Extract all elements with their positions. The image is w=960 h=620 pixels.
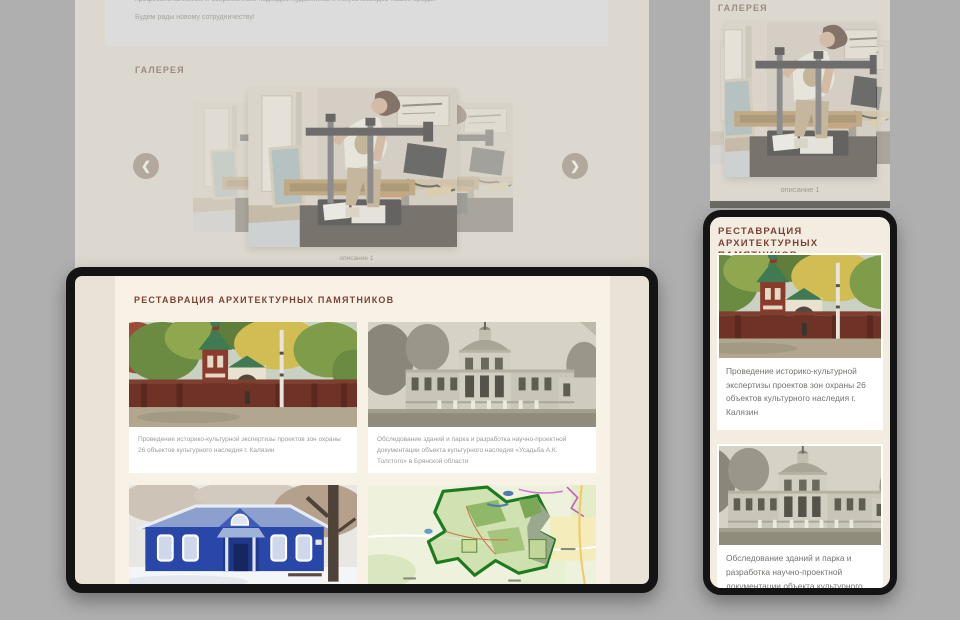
carousel-slide-current[interactable]: [725, 22, 877, 177]
chevron-right-icon: ❯: [570, 159, 580, 173]
restoration-section-title: РЕСТАВРАЦИЯ АРХИТЕКТУРНЫХ ПАМЯТНИКОВ: [134, 295, 394, 306]
card-caption: Проведение историко-культурной экспертиз…: [129, 427, 357, 473]
carousel-slide-next[interactable]: [457, 102, 513, 232]
blue-house-photo: [129, 485, 357, 590]
restoration-card-kalyazin[interactable]: Проведение историко-культурной экспертиз…: [129, 322, 357, 473]
carousel-prev-button[interactable]: ❮: [133, 153, 159, 179]
gallery-section-title: ГАЛЕРЕЯ: [135, 65, 185, 75]
phone-device-frame: РЕСТАВРАЦИЯ АРХИТЕКТУРНЫХ ПАМЯТНИКОВ Про…: [703, 210, 897, 595]
gallery-photo: [248, 88, 457, 247]
gallery-section-title: ГАЛЕРЕЯ: [718, 3, 768, 13]
restoration-card-tolstoy-estate[interactable]: Обследование зданий и парка и разработка…: [368, 322, 596, 473]
restoration-card-blue-house[interactable]: [129, 485, 357, 590]
mansion-photo: [368, 322, 596, 427]
gallery-photo: [193, 102, 249, 232]
gallery-photo: [725, 22, 877, 177]
restoration-card-kalyazin[interactable]: Проведение историко-культурной экспертиз…: [717, 253, 883, 430]
carousel-next-button[interactable]: ❯: [562, 153, 588, 179]
gallery-photo: [876, 40, 890, 164]
restoration-card-list: Проведение историко-культурной экспертиз…: [717, 253, 883, 595]
gallery-photo: [457, 102, 513, 232]
slide-caption: описание 1: [105, 255, 608, 262]
district-map-image: [368, 485, 596, 590]
tablet-device-frame: РЕСТАВРАЦИЯ АРХИТЕКТУРНЫХ ПАМЯТНИКОВ Про…: [66, 267, 658, 593]
restoration-card-grid: Проведение историко-культурной экспертиз…: [129, 322, 596, 590]
church-photo: [719, 255, 881, 358]
carousel-slide-previous[interactable]: [193, 102, 249, 232]
intro-line-clipped: профессионализмом и современным подходом…: [135, 0, 436, 3]
mobile-page-preview: ГАЛЕРЕЯ описание 1: [710, 0, 890, 208]
gallery-photo: [710, 40, 724, 164]
intro-text-block: профессионализмом и современным подходом…: [105, 0, 608, 46]
mansion-photo: [719, 446, 881, 545]
restoration-card-tolstoy-estate[interactable]: Обследование зданий и парка и разработка…: [717, 444, 883, 595]
chevron-left-icon: ❮: [141, 159, 151, 173]
restoration-card-district-map[interactable]: [368, 485, 596, 590]
desktop-page-preview: профессионализмом и современным подходом…: [75, 0, 649, 270]
card-caption: Обследование зданий и парка и разработка…: [719, 545, 881, 595]
page-footer-bar: [710, 201, 890, 208]
church-photo: [129, 322, 357, 427]
card-caption: Проведение историко-культурной экспертиз…: [719, 358, 881, 428]
carousel-slide-previous[interactable]: [710, 40, 724, 164]
intro-line: Будем рады новому сотрудничеству!: [135, 14, 255, 21]
slide-caption: описание 1: [710, 185, 890, 194]
responsive-preview-canvas: { "canvas_bg": "#afafaf", "desktop_previ…: [0, 0, 960, 620]
card-caption: Обследование зданий и парка и разработка…: [368, 427, 596, 473]
carousel-slide-current[interactable]: [248, 88, 457, 247]
carousel-slide-next[interactable]: [876, 40, 890, 164]
